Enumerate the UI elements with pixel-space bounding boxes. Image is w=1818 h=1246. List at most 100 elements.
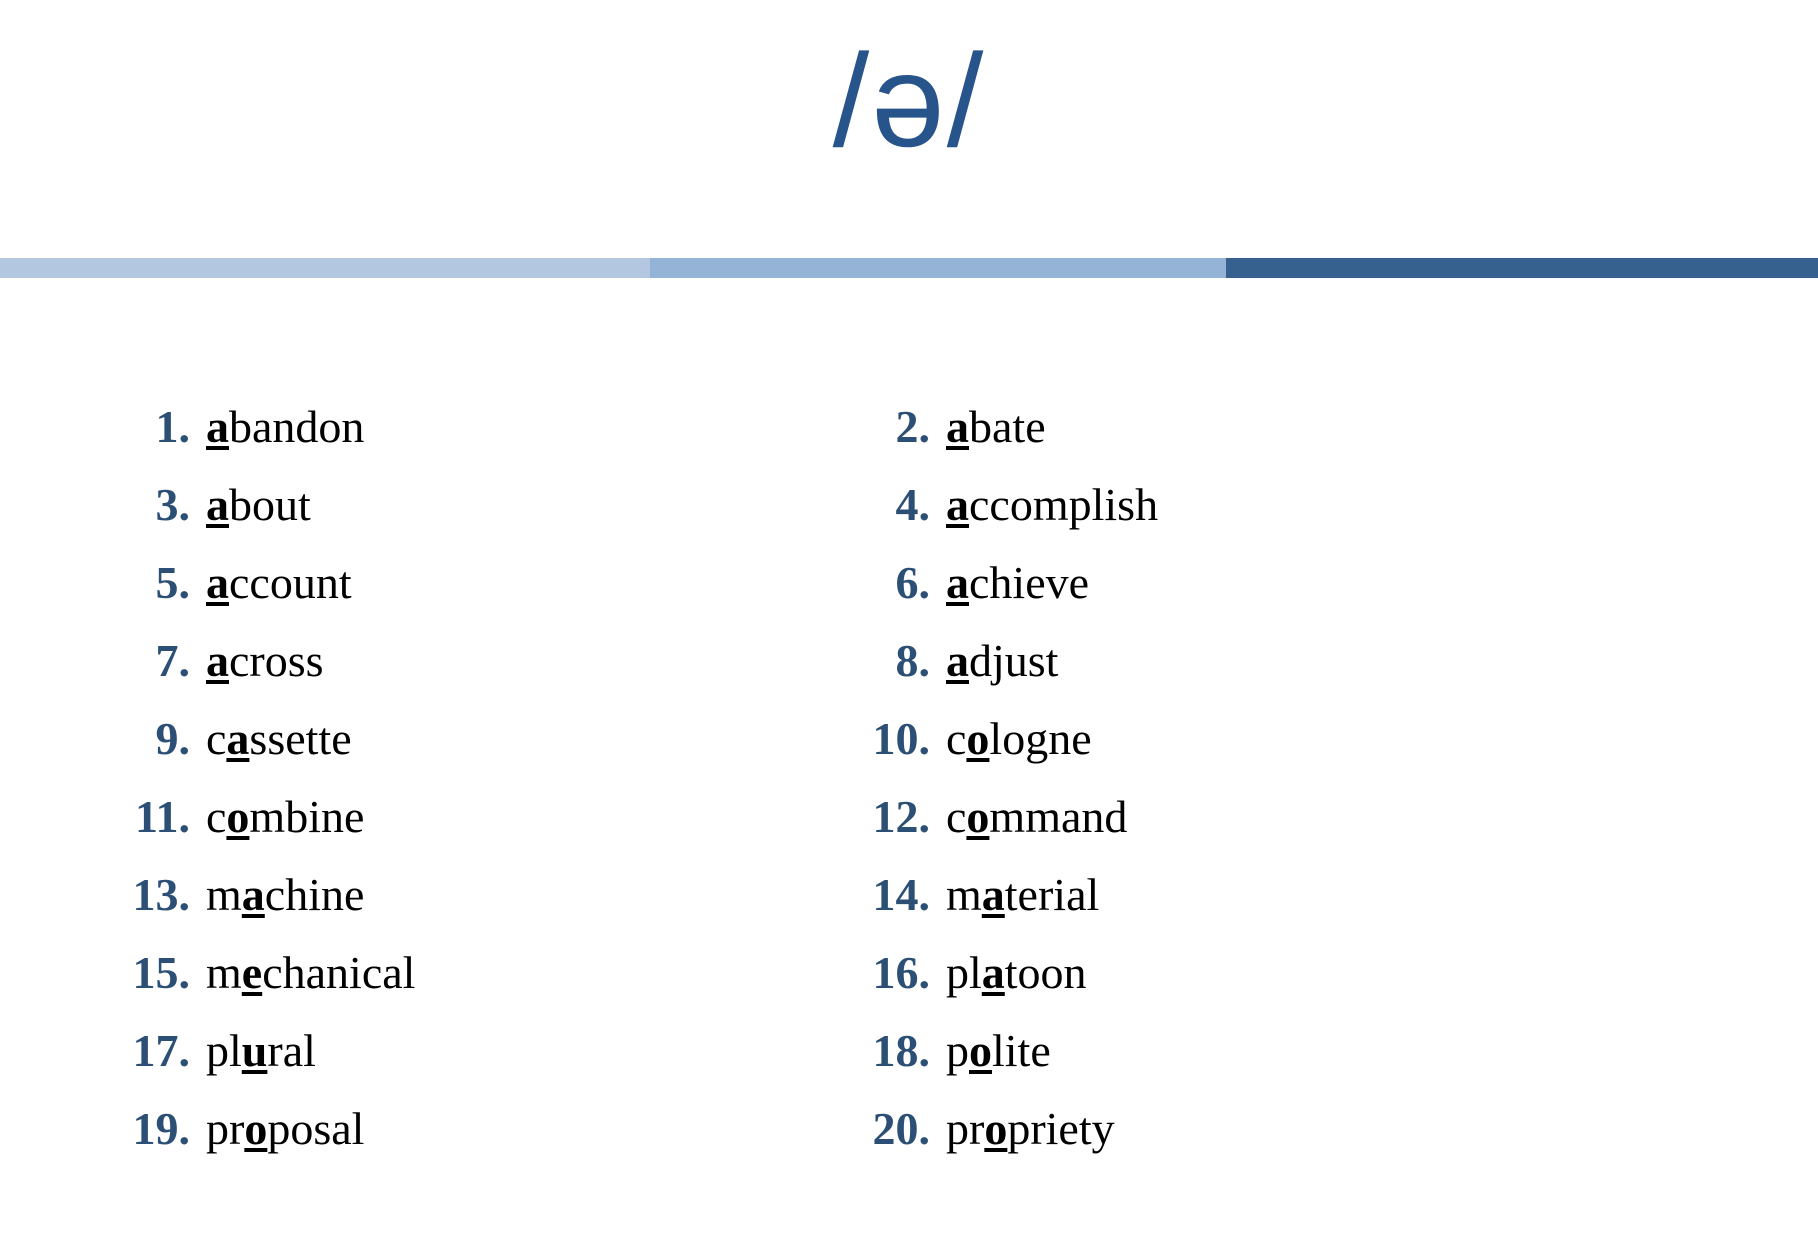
word-list-item-number: 5. — [155, 557, 191, 608]
word-prefix: pl — [946, 947, 982, 998]
word-suffix: ccomplish — [969, 479, 1159, 530]
stressed-vowel: a — [206, 635, 229, 686]
word-list-item: 19. proposal — [96, 1102, 816, 1180]
word-list-item-number: 14. — [872, 869, 931, 920]
word-lists: 1. abandon 3. about 5. account 7. across 9. casse… — [0, 400, 1818, 1180]
stressed-vowel: e — [241, 947, 263, 998]
word-suffix: bandon — [229, 401, 365, 452]
word-list-item-word: adjust — [946, 634, 1058, 687]
word-list-item-word: plural — [206, 1024, 316, 1077]
word-list-item-number: 8. — [895, 635, 931, 686]
word-list-item-number: 6. — [895, 557, 931, 608]
word-prefix: m — [206, 869, 242, 920]
stressed-vowel: a — [946, 635, 969, 686]
divider-segment-medium — [650, 258, 1226, 278]
word-suffix: mbine — [249, 791, 365, 842]
word-list-item-number: 4. — [895, 479, 931, 530]
word-list-item-number: 1. — [155, 401, 191, 452]
word-list-item-word: abandon — [206, 400, 364, 453]
page-title: /ə/ — [832, 27, 986, 174]
word-list-item-word: about — [206, 478, 311, 531]
word-list-item-number: 2. — [895, 401, 931, 452]
stressed-vowel: o — [244, 1103, 268, 1154]
word-list-item-number: 15. — [132, 947, 191, 998]
word-suffix: mmand — [989, 791, 1128, 842]
stressed-vowel: o — [226, 791, 250, 842]
word-list-item-number: 3. — [155, 479, 191, 530]
word-prefix: pr — [206, 1103, 245, 1154]
word-list-item-number: 18. — [872, 1025, 931, 1076]
word-list-item: 7. across — [96, 634, 816, 712]
word-list-item-number: 10. — [872, 713, 931, 764]
word-suffix: logne — [989, 713, 1092, 764]
word-list-item-word: abate — [946, 400, 1046, 453]
stressed-vowel: o — [969, 1025, 992, 1076]
word-list-item-number: 16. — [872, 947, 931, 998]
word-list-item-word: cassette — [206, 712, 352, 765]
stressed-vowel: o — [966, 791, 990, 842]
word-list-item-word: material — [946, 868, 1099, 921]
stressed-vowel: a — [206, 557, 229, 608]
word-list-item: 8. adjust — [836, 634, 1596, 712]
word-suffix: bout — [229, 479, 311, 530]
word-prefix: m — [206, 947, 242, 998]
word-list-item-word: machine — [206, 868, 364, 921]
word-suffix: toon — [1004, 947, 1087, 998]
stressed-vowel: a — [981, 947, 1005, 998]
stressed-vowel: a — [946, 557, 969, 608]
stressed-vowel: a — [241, 869, 265, 920]
stressed-vowel: u — [241, 1025, 268, 1076]
word-list-item: 14. material — [836, 868, 1596, 946]
word-prefix: c — [946, 713, 967, 764]
word-suffix: lite — [992, 1025, 1051, 1076]
word-list-item-word: account — [206, 556, 352, 609]
word-suffix: cross — [229, 635, 324, 686]
word-list-right-column: 2. abate 4. accomplish 6. achieve 8. adjust 10. c… — [836, 400, 1596, 1180]
word-list-item-number: 17. — [132, 1025, 191, 1076]
word-list-item: 12. command — [836, 790, 1596, 868]
divider-segment-light — [0, 258, 650, 278]
word-list-item: 4. accomplish — [836, 478, 1596, 556]
word-list-item-word: propriety — [946, 1102, 1115, 1155]
word-list-item-number: 7. — [155, 635, 191, 686]
word-list-left-column: 1. abandon 3. about 5. account 7. across 9. casse… — [96, 400, 816, 1180]
word-list-item-word: platoon — [946, 946, 1087, 999]
word-suffix: terial — [1004, 869, 1100, 920]
word-list-item: 20. propriety — [836, 1102, 1596, 1180]
word-list-item: 13. machine — [96, 868, 816, 946]
word-list-item: 15. mechanical — [96, 946, 816, 1024]
word-list-item-number: 13. — [132, 869, 191, 920]
word-list-item-word: proposal — [206, 1102, 364, 1155]
word-prefix: c — [206, 791, 227, 842]
word-list-item-word: cologne — [946, 712, 1092, 765]
word-list-item-word: polite — [946, 1024, 1051, 1077]
word-prefix: pl — [206, 1025, 242, 1076]
word-suffix: djust — [969, 635, 1059, 686]
word-suffix: chanical — [262, 947, 416, 998]
word-list-item: 10. cologne — [836, 712, 1596, 790]
word-list-item: 3. about — [96, 478, 816, 556]
word-list-item: 18. polite — [836, 1024, 1596, 1102]
word-list-item: 2. abate — [836, 400, 1596, 478]
word-list-item-word: command — [946, 790, 1127, 843]
word-list-item-word: mechanical — [206, 946, 415, 999]
word-list-item-word: combine — [206, 790, 364, 843]
word-list-item-word: achieve — [946, 556, 1089, 609]
word-list-item: 9. cassette — [96, 712, 816, 790]
word-list-item-word: across — [206, 634, 324, 687]
word-list-item-word: accomplish — [946, 478, 1158, 531]
word-list-item-number: 11. — [135, 791, 190, 842]
word-prefix: c — [946, 791, 967, 842]
word-suffix: posal — [267, 1103, 365, 1154]
word-list-item-number: 9. — [155, 713, 191, 764]
word-suffix: chieve — [969, 557, 1090, 608]
word-prefix: c — [206, 713, 227, 764]
word-list-item-number: 12. — [872, 791, 931, 842]
word-list-item: 17. plural — [96, 1024, 816, 1102]
divider-bar — [0, 258, 1818, 278]
word-list-item: 5. account — [96, 556, 816, 634]
word-suffix: ral — [267, 1025, 316, 1076]
divider-segment-dark — [1226, 258, 1818, 278]
word-prefix: p — [946, 1025, 969, 1076]
stressed-vowel: a — [206, 479, 229, 530]
